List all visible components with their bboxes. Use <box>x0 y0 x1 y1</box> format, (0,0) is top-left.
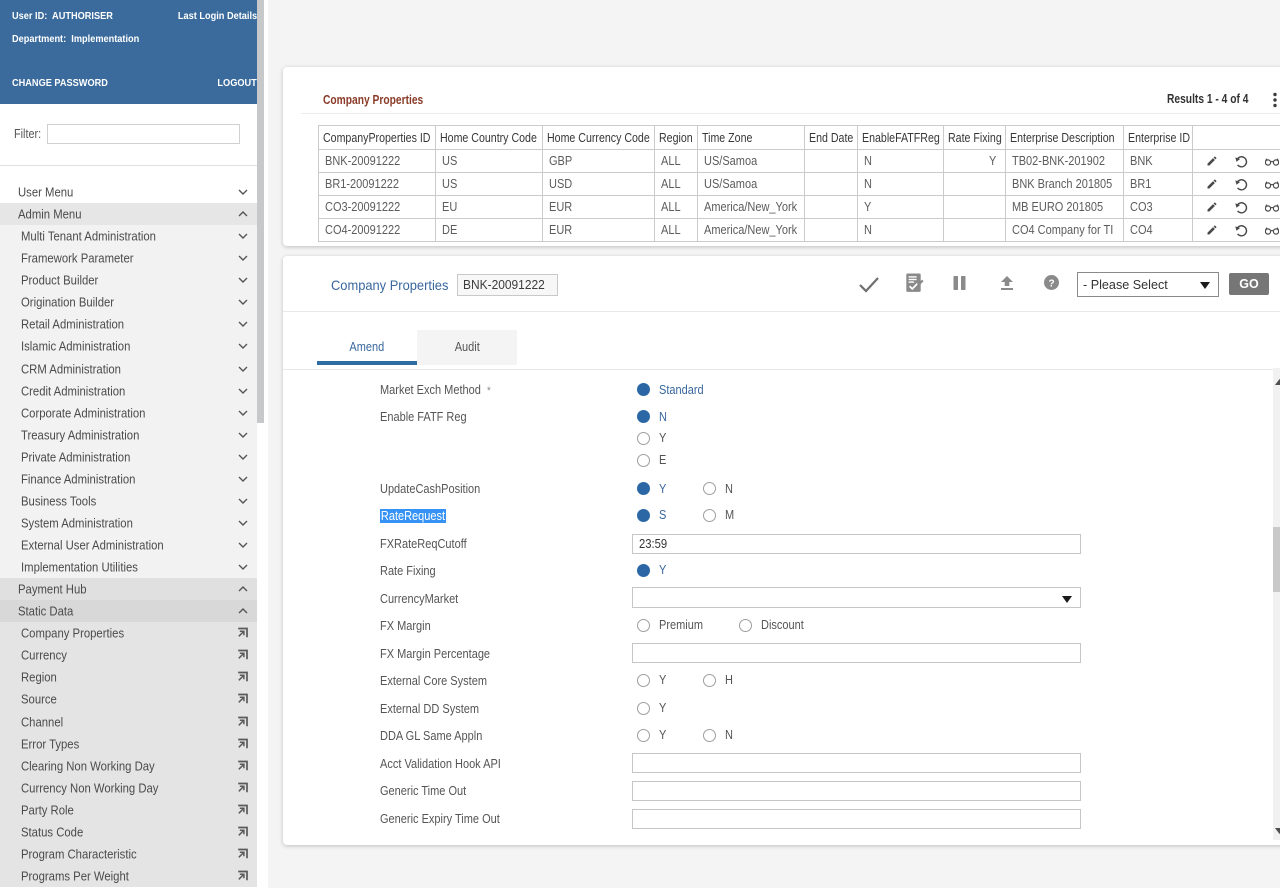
svg-text:?: ? <box>1048 278 1054 289</box>
